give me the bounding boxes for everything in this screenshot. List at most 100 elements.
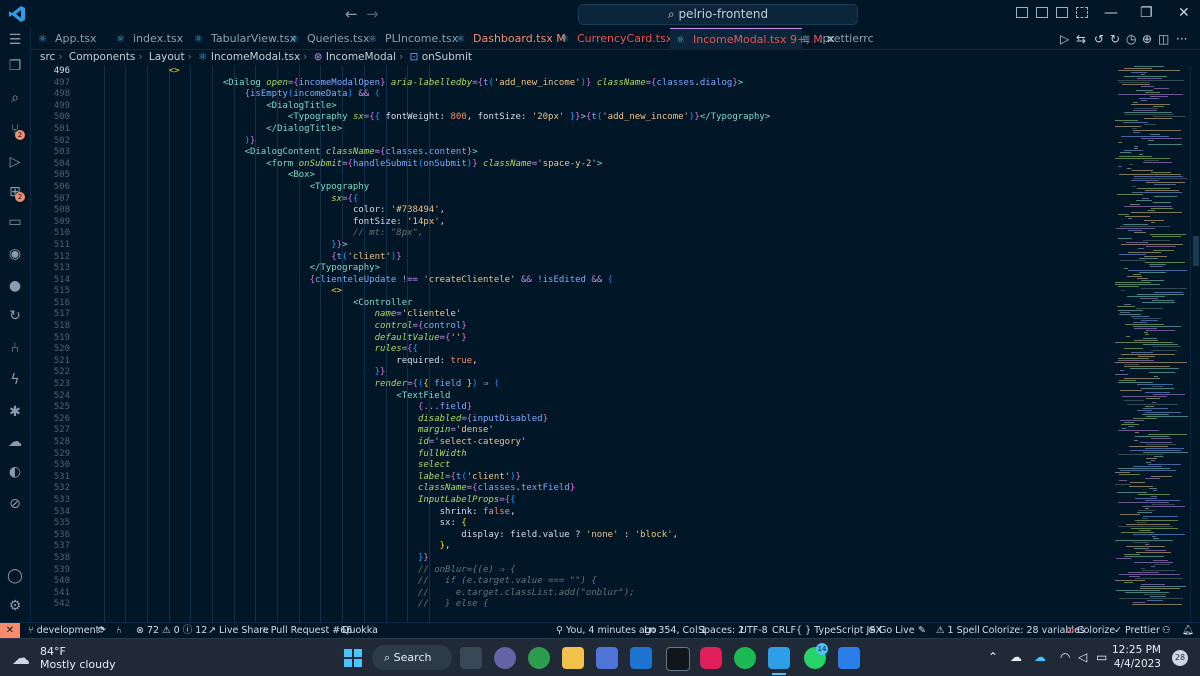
tab-queries[interactable]: ⚛ Queries.tsx <box>290 28 370 49</box>
run-debug-icon[interactable]: ▷ <box>7 154 23 170</box>
toggle-sidebar-icon[interactable] <box>1016 7 1028 18</box>
breadcrumb-item[interactable]: IncomeModal.tsx <box>211 51 300 63</box>
breadcrumb-item[interactable]: Layout <box>149 51 185 63</box>
command-center-search[interactable]: ⌕ pelrio-frontend <box>578 4 858 25</box>
slack-icon[interactable] <box>700 647 722 669</box>
accounts-icon[interactable]: ⚇ <box>1162 623 1171 639</box>
breadcrumb-item[interactable]: Components <box>69 51 135 63</box>
tab-incomemodal[interactable]: ⚛ IncomeModal.tsx 9+, M ✕ <box>670 28 835 50</box>
timeline-icon[interactable]: ◷ <box>1126 32 1136 46</box>
onedrive-icon[interactable]: ☁ <box>1010 650 1022 664</box>
scrollbar-thumb[interactable] <box>1193 236 1199 266</box>
chrome-icon[interactable] <box>528 647 550 669</box>
minimap-line <box>1134 440 1138 441</box>
wifi-icon[interactable]: ◠ <box>1060 650 1070 664</box>
extension-action-icon[interactable]: ⊕ <box>1142 32 1152 46</box>
docker-icon[interactable]: ☁ <box>7 434 23 450</box>
settings-gear-icon[interactable]: ⚙ <box>7 598 23 614</box>
volume-icon[interactable]: ◁ <box>1078 650 1087 664</box>
branch-status[interactable]: ⑂ development* <box>28 623 104 639</box>
colorize-button[interactable]: ⊘ Colorize <box>1066 623 1115 639</box>
pull-requests-icon[interactable]: ⑃ <box>7 340 23 356</box>
code-line: margin='dense' <box>417 425 494 436</box>
split-editor-icon[interactable]: ◫ <box>1158 32 1169 46</box>
quokka-status[interactable]: Quokka <box>342 623 378 639</box>
taskbar-search[interactable]: ⌕ Search <box>372 645 452 670</box>
tab-index[interactable]: ⚛ index.tsx <box>116 28 183 49</box>
tab-dashboard[interactable]: ⚛ Dashboard.tsx M <box>456 28 566 49</box>
live-share-icon[interactable]: ↻ <box>7 308 23 324</box>
toggle-secondary-sidebar-icon[interactable] <box>1056 7 1068 18</box>
breadcrumb-item[interactable]: onSubmit <box>422 51 472 63</box>
battery-icon[interactable]: ▭ <box>1096 650 1107 664</box>
code-line: display: field.value ? 'none' : 'block', <box>461 529 679 540</box>
timer-icon[interactable]: ⊘ <box>7 496 23 512</box>
restore-icon[interactable]: ❐ <box>1140 5 1153 21</box>
remote-icon[interactable]: ✕ <box>0 623 20 639</box>
notifications-bell-icon[interactable]: 🔔︎ <box>1182 623 1194 639</box>
breadcrumb-item[interactable]: IncomeModal <box>326 51 396 63</box>
prettier-status[interactable]: ✓ Prettier <box>1114 623 1160 639</box>
sync-icon[interactable]: ⟳ <box>98 623 106 639</box>
vscode-logo-icon[interactable] <box>8 5 26 23</box>
forward-arrow-icon[interactable]: → <box>366 5 379 23</box>
minimap[interactable] <box>1115 66 1193 622</box>
encoding-status[interactable]: UTF-8 <box>740 623 768 639</box>
go-forward-change-icon[interactable]: ↻ <box>1110 32 1120 46</box>
tab-tabularview[interactable]: ⚛ TabularView.tsx <box>194 28 296 49</box>
compare-icon[interactable]: ⇆ <box>1076 32 1086 46</box>
gitlens-icon[interactable]: ◉ <box>7 246 23 262</box>
tab-prettierrc[interactable]: ≣ .prettierrc <box>802 28 874 49</box>
todo-icon[interactable] <box>838 647 860 669</box>
more-actions-icon[interactable]: ··· <box>1176 32 1187 46</box>
vertical-scrollbar[interactable] <box>1190 66 1200 622</box>
indentation-status[interactable]: Spaces: 2 <box>698 623 744 639</box>
git-graph-icon[interactable]: ⑃ <box>116 623 122 639</box>
customize-layout-icon[interactable] <box>1076 7 1088 18</box>
pull-request-status[interactable]: ⑃ Pull Request #66 <box>262 623 352 639</box>
minimize-icon[interactable]: — <box>1104 5 1118 21</box>
account-icon[interactable]: ◯ <box>7 568 23 584</box>
github-icon[interactable]: ● <box>7 278 23 294</box>
microsoft-store-icon[interactable] <box>596 647 618 669</box>
tab-plincome[interactable]: ⚛ PLIncome.tsx <box>368 28 458 49</box>
menu-icon[interactable]: ☰ <box>7 32 23 48</box>
go-live-status[interactable]: ⊛ Go Live <box>868 623 915 639</box>
edge-tools-icon[interactable]: ◐ <box>7 464 23 480</box>
show-hidden-icons-icon[interactable]: ⌃ <box>988 650 998 664</box>
bug-icon[interactable]: ✱ <box>7 404 23 420</box>
feedback-icon[interactable]: ✎ <box>918 623 926 639</box>
remote-explorer-icon[interactable]: ▭ <box>7 214 23 230</box>
minimap-line <box>1154 564 1170 565</box>
explorer-icon[interactable]: ❐ <box>7 58 23 74</box>
tab-app[interactable]: ⚛ App.tsx <box>38 28 97 49</box>
notification-count-badge[interactable]: 28 <box>1172 650 1188 666</box>
minimap-line <box>1127 404 1178 405</box>
spell-status[interactable]: ⚠ 1 Spell <box>936 623 980 639</box>
toggle-panel-icon[interactable] <box>1036 7 1048 18</box>
git-blame-status[interactable]: ⚲ You, 4 minutes ago <box>556 623 657 639</box>
mail-icon[interactable] <box>630 647 652 669</box>
problems-status[interactable]: ⊗ 72 ⚠ 0 ⓘ 12 <box>136 623 207 639</box>
close-icon[interactable]: ✕ <box>1178 5 1190 21</box>
onedrive-business-icon[interactable]: ☁ <box>1034 650 1046 664</box>
line-number: 533 <box>53 494 70 505</box>
search-icon[interactable]: ⌕ <box>7 90 23 106</box>
spotify-icon[interactable] <box>734 647 756 669</box>
live-share-status[interactable]: ↗ Live Share <box>208 623 269 639</box>
vscode-taskbar-icon[interactable] <box>768 647 790 669</box>
teams-chat-icon[interactable] <box>494 647 516 669</box>
code-editor[interactable]: 496 497 498 499 500 501 502 503 504 505 506 507 508 5… <box>30 66 1110 622</box>
terminal-icon[interactable] <box>666 647 690 671</box>
thunder-client-icon[interactable]: ϟ <box>7 372 23 388</box>
task-view-icon[interactable] <box>460 647 482 669</box>
minimap-line <box>1145 190 1179 191</box>
system-clock[interactable]: 12:25 PM 4/4/2023 <box>1112 643 1161 671</box>
breadcrumb-item[interactable]: src <box>40 51 55 63</box>
back-arrow-icon[interactable]: ← <box>345 5 358 23</box>
file-explorer-icon[interactable] <box>562 647 584 669</box>
windows-start-icon[interactable] <box>342 647 364 669</box>
eol-status[interactable]: CRLF <box>772 623 796 639</box>
go-back-change-icon[interactable]: ↺ <box>1094 32 1104 46</box>
run-icon[interactable]: ▷ <box>1060 32 1069 46</box>
